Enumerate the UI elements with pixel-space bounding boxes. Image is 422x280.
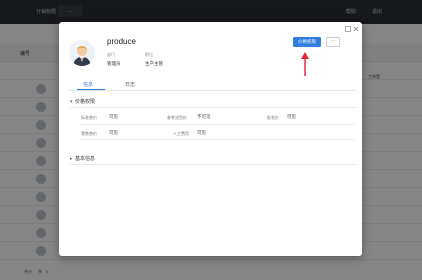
user-name: produce xyxy=(107,37,136,46)
tab-log[interactable]: 日志 xyxy=(125,81,135,88)
tab-info[interactable]: 信息 xyxy=(83,81,93,88)
row-divider xyxy=(79,124,355,125)
close-icon[interactable] xyxy=(353,26,359,32)
chevron-right-icon[interactable]: ▸ xyxy=(70,156,73,162)
chevron-down-icon[interactable]: ▾ xyxy=(70,99,73,105)
title-label: 职位 xyxy=(145,52,153,57)
field-value: 可见 xyxy=(109,114,118,119)
section-basic-title[interactable]: 基本信息 xyxy=(75,155,95,162)
price-permission-button[interactable]: 价格权限 xyxy=(293,37,321,47)
field-value: 可见 xyxy=(287,114,296,119)
title-value: 生产主管 xyxy=(145,61,163,66)
avatar xyxy=(69,40,95,66)
detail-tabs: 信息 日志 xyxy=(69,79,357,91)
field-value: 不可见 xyxy=(197,114,211,119)
field-label: 标准售价 xyxy=(81,115,97,120)
field-label: 人工费用 xyxy=(173,131,189,136)
dept-label: 部门 xyxy=(107,52,115,57)
row-divider xyxy=(79,139,355,140)
section-divider xyxy=(69,107,357,108)
section-price-title[interactable]: 价格权限 xyxy=(75,98,95,105)
field-value: 可见 xyxy=(109,130,118,135)
field-label: 批发价 xyxy=(267,115,279,120)
minimize-icon[interactable] xyxy=(345,26,351,32)
field-label: 参考进货价 xyxy=(167,115,187,120)
more-options-button[interactable]: ··· xyxy=(326,37,340,47)
active-tab-indicator xyxy=(77,89,105,91)
field-value: 可见 xyxy=(197,130,206,135)
user-detail-dialog: produce 部门 管理员 职位 生产主管 价格权限 ··· 信息 日志 ▾ … xyxy=(59,22,362,256)
section-divider xyxy=(69,164,357,165)
field-label: 零售售价 xyxy=(81,131,97,136)
dept-value: 管理员 xyxy=(107,61,121,66)
annotation-arrow-icon xyxy=(301,52,309,76)
